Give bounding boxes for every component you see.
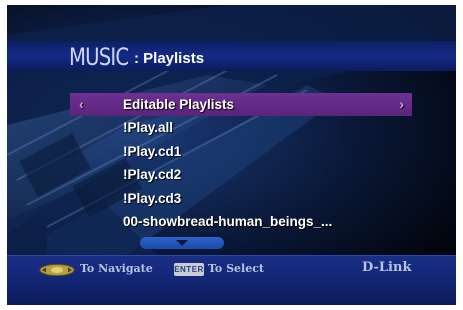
section-title: MUSIC [69,43,129,71]
menu-item-label: !Play.cd1 [123,143,182,159]
dpad-icon [39,264,75,276]
footer-divider [7,255,456,256]
playlist-menu: ‹ Editable Playlists › !Play.all !Play.c… [70,93,412,233]
menu-item-label: Editable Playlists [123,97,235,112]
menu-item-play-cd2[interactable]: !Play.cd2 [70,163,412,186]
menu-item-label: !Play.cd2 [123,167,182,183]
menu-item-play-cd3[interactable]: !Play.cd3 [70,187,412,210]
menu-item-play-cd1[interactable]: !Play.cd1 [70,140,412,163]
scroll-down-button[interactable] [140,237,224,249]
menu-item-play-all[interactable]: !Play.all [70,116,412,139]
brand-logo: D-Link [362,260,412,275]
menu-item-label: 00-showbread-human_beings_... [123,213,333,229]
enter-key-icon: ENTER [174,263,204,276]
navigate-hint: To Navigate [80,262,153,275]
scroll-down-icon [176,240,188,246]
tv-screen: MUSIC : Playlists ‹ Editable Playlists ›… [7,5,456,305]
menu-item-editable-playlists[interactable]: ‹ Editable Playlists › [70,93,412,117]
select-hint: To Select [208,262,264,275]
page-subtitle: : Playlists [134,50,205,67]
menu-item-showbread[interactable]: 00-showbread-human_beings_... [70,210,412,233]
chevron-right-icon[interactable]: › [399,93,404,116]
menu-item-label: !Play.all [123,120,174,136]
chevron-left-icon[interactable]: ‹ [79,93,84,116]
menu-item-label: !Play.cd3 [123,190,182,206]
